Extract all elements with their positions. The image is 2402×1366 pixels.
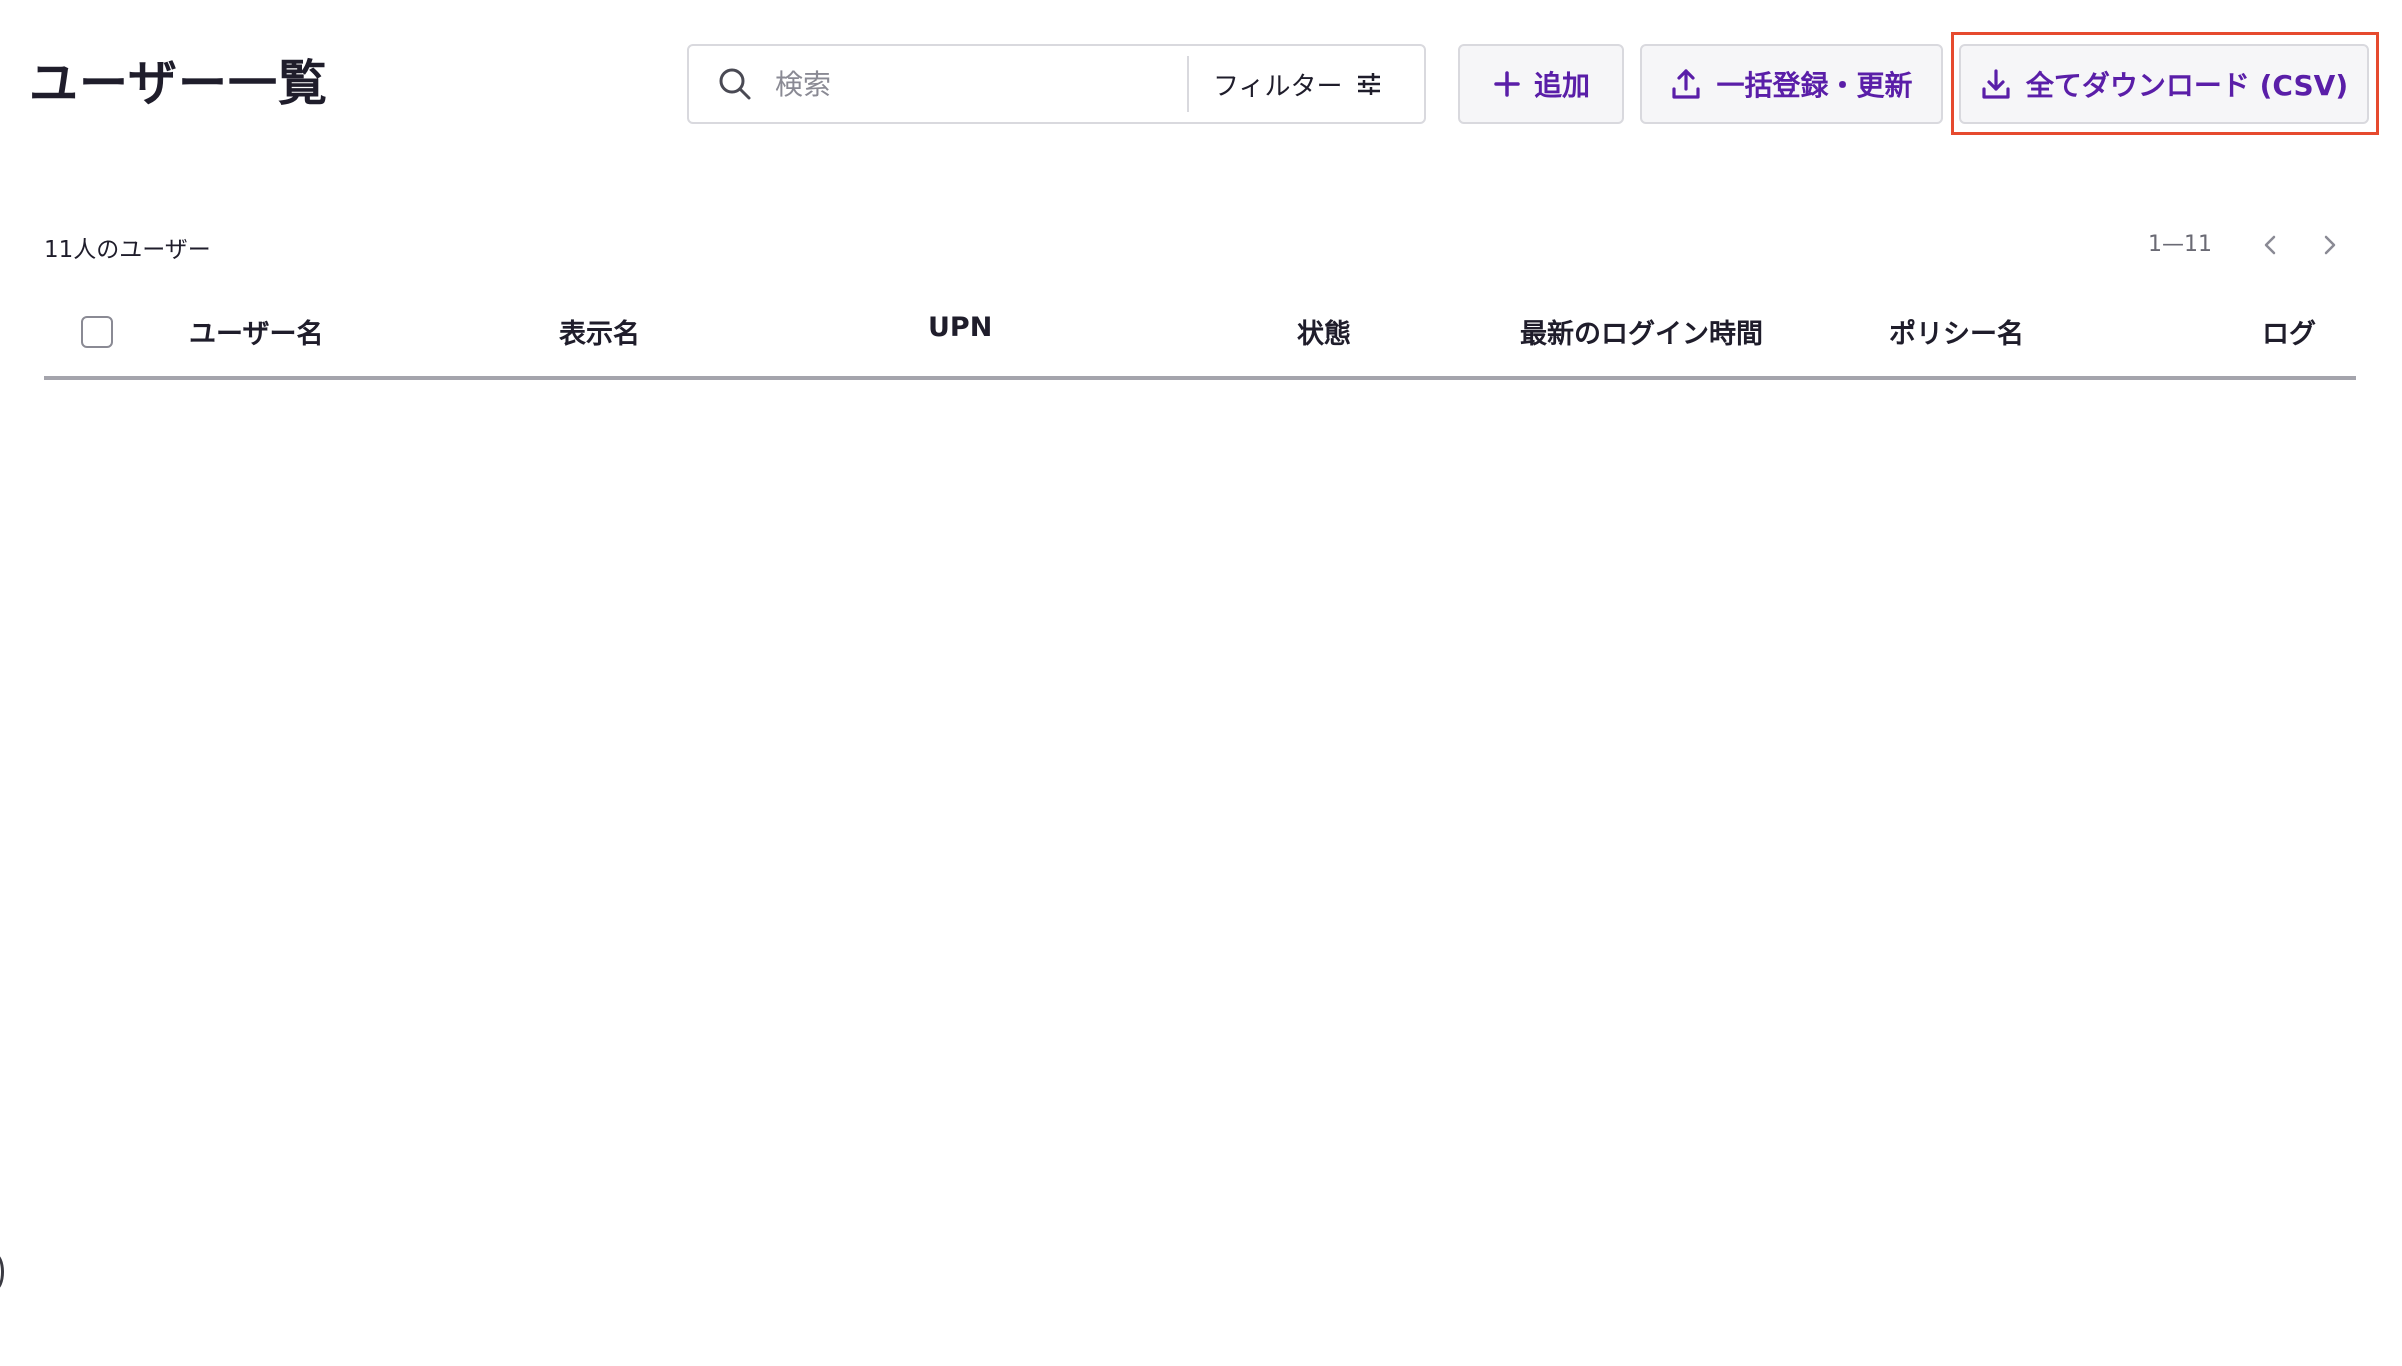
column-header-policy-name[interactable]: ポリシー名 bbox=[1889, 312, 2024, 351]
column-header-display-name[interactable]: 表示名 bbox=[559, 312, 640, 351]
download-all-csv-button[interactable]: 全てダウンロード (CSV) bbox=[1959, 44, 2369, 124]
add-button[interactable]: 追加 bbox=[1458, 44, 1624, 124]
bulk-register-update-button[interactable]: 一括登録・更新 bbox=[1640, 44, 1943, 124]
filter-label: フィルター bbox=[1213, 71, 1343, 102]
download-button-label: 全てダウンロード (CSV) bbox=[2025, 69, 2349, 102]
column-header-upn[interactable]: UPN bbox=[928, 312, 992, 343]
download-icon bbox=[1982, 69, 2010, 99]
page-title: ユーザー一覧 bbox=[29, 55, 329, 112]
next-page-button[interactable] bbox=[2314, 230, 2344, 260]
column-header-status[interactable]: 状態 bbox=[1297, 312, 1351, 351]
filter-button[interactable]: フィルター bbox=[1213, 66, 1384, 103]
chevron-right-icon bbox=[2324, 235, 2336, 255]
search-icon bbox=[719, 68, 751, 100]
edge-widget-fragment bbox=[0, 1254, 4, 1290]
plus-icon bbox=[1494, 71, 1520, 97]
user-count: 11人のユーザー bbox=[44, 237, 211, 263]
chevron-left-icon bbox=[2264, 235, 2276, 255]
column-header-log[interactable]: ログ bbox=[2262, 312, 2316, 351]
user-list-page: ユーザー一覧 フィルター 追加 bbox=[0, 0, 2402, 1366]
search-input[interactable] bbox=[775, 67, 1185, 101]
column-header-username[interactable]: ユーザー名 bbox=[189, 312, 323, 351]
column-header-last-login[interactable]: 最新のログイン時間 bbox=[1520, 312, 1763, 351]
sliders-icon bbox=[1358, 73, 1381, 95]
previous-page-button[interactable] bbox=[2256, 230, 2286, 260]
search-divider bbox=[1187, 56, 1189, 112]
add-button-label: 追加 bbox=[1533, 69, 1590, 102]
bulk-button-label: 一括登録・更新 bbox=[1716, 69, 1913, 102]
pagination-range: 1—11 bbox=[2148, 232, 2212, 257]
select-all-checkbox[interactable] bbox=[81, 316, 113, 348]
search-bar: フィルター bbox=[687, 44, 1426, 124]
upload-icon bbox=[1672, 69, 1701, 99]
table-header: ユーザー名 表示名 UPN 状態 最新のログイン時間 ポリシー名 ログ bbox=[44, 300, 2356, 380]
